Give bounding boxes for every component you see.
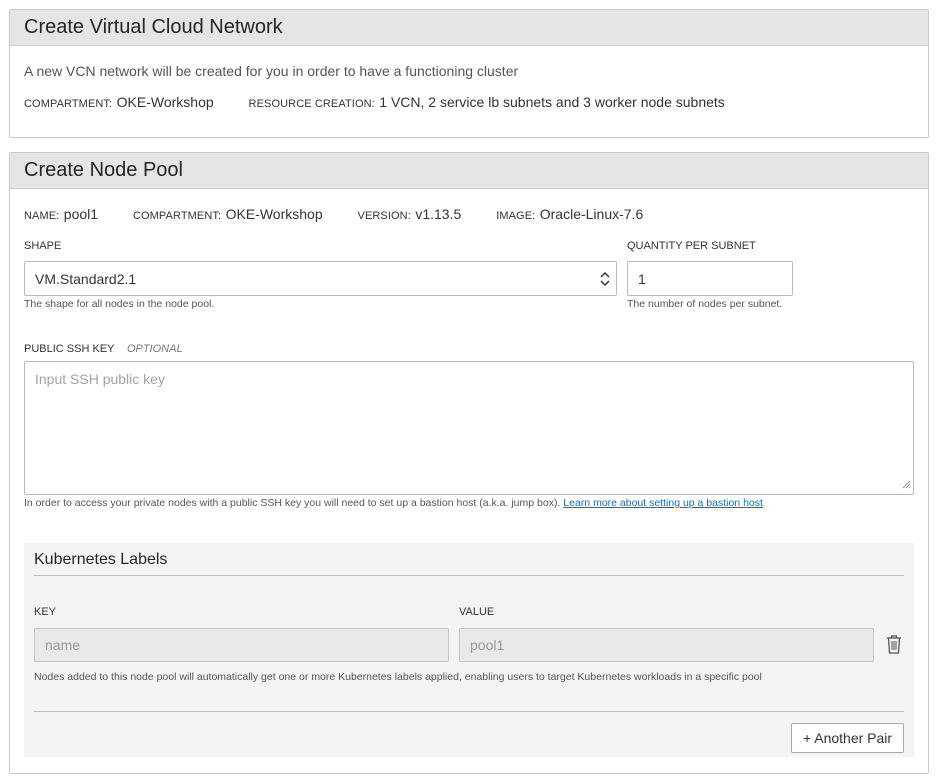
kubernetes-labels-title: Kubernetes Labels bbox=[34, 551, 168, 568]
vcn-compartment-value: OKE-Workshop bbox=[116, 94, 214, 110]
vcn-description: A new VCN network will be created for yo… bbox=[24, 63, 519, 79]
node-pool-panel: Create Node Pool NAME: pool1 COMPARTMENT… bbox=[9, 152, 929, 774]
quantity-input[interactable]: 1 bbox=[627, 261, 793, 296]
vcn-compartment-label: COMPARTMENT: bbox=[24, 98, 113, 110]
vcn-panel-title: Create Virtual Cloud Network bbox=[10, 10, 928, 46]
bastion-host-link[interactable]: Learn more about setting up a bastion ho… bbox=[563, 497, 763, 509]
shape-help: The shape for all nodes in the node pool… bbox=[24, 298, 215, 310]
shape-select-value: VM.Standard2.1 bbox=[35, 270, 137, 287]
resize-grip-icon[interactable] bbox=[902, 476, 911, 492]
pool-compartment-value: OKE-Workshop bbox=[225, 206, 323, 222]
pool-name-label: NAME: bbox=[24, 210, 60, 222]
quantity-help: The number of nodes per subnet. bbox=[627, 298, 783, 310]
label-value-heading: VALUE bbox=[459, 606, 495, 618]
pool-image-value: Oracle-Linux-7.6 bbox=[539, 206, 644, 222]
pool-version-value: v1.13.5 bbox=[415, 206, 462, 222]
pool-compartment-label: COMPARTMENT: bbox=[132, 210, 222, 222]
ssh-key-help: In order to access your private nodes wi… bbox=[24, 497, 763, 509]
shape-label: SHAPE bbox=[24, 240, 62, 252]
labels-help: Nodes added to this node pool will autom… bbox=[34, 671, 762, 683]
shape-select[interactable]: VM.Standard2.1 bbox=[24, 261, 617, 296]
ssh-key-textarea[interactable]: Input SSH public key bbox=[24, 361, 914, 495]
label-key-input[interactable]: name bbox=[34, 628, 449, 662]
vcn-panel: Create Virtual Cloud Network A new VCN n… bbox=[9, 9, 929, 138]
label-value-input-value: pool1 bbox=[470, 637, 505, 653]
add-another-pair-button[interactable]: + Another Pair bbox=[791, 723, 904, 753]
select-arrows-icon bbox=[600, 270, 610, 291]
node-pool-panel-title: Create Node Pool bbox=[10, 153, 928, 189]
vcn-resource-label: RESOURCE CREATION: bbox=[248, 98, 375, 110]
ssh-key-placeholder: Input SSH public key bbox=[35, 371, 165, 387]
pool-image-label: IMAGE: bbox=[496, 210, 536, 222]
quantity-label: QUANTITY PER SUBNET bbox=[627, 240, 756, 252]
label-value-input[interactable]: pool1 bbox=[459, 628, 874, 662]
vcn-meta: COMPARTMENT: OKE-Workshop RESOURCE CREAT… bbox=[24, 94, 725, 112]
ssh-key-help-text: In order to access your private nodes wi… bbox=[24, 497, 561, 509]
labels-title-divider bbox=[34, 575, 904, 576]
ssh-key-optional: OPTIONAL bbox=[126, 343, 183, 355]
vcn-resource-value: 1 VCN, 2 service lb subnets and 3 worker… bbox=[379, 94, 725, 110]
label-key-heading: KEY bbox=[34, 606, 57, 618]
quantity-input-value: 1 bbox=[638, 270, 646, 287]
pool-version-label: VERSION: bbox=[357, 210, 411, 222]
labels-bottom-divider bbox=[34, 711, 904, 712]
kubernetes-labels-section: Kubernetes Labels KEY VALUE name pool1 N… bbox=[24, 543, 914, 757]
trash-icon[interactable] bbox=[886, 634, 902, 659]
ssh-key-label-row: PUBLIC SSH KEY OPTIONAL bbox=[24, 339, 183, 357]
pool-name-value: pool1 bbox=[63, 206, 99, 222]
label-key-input-value: name bbox=[45, 637, 81, 653]
node-pool-meta: NAME: pool1 COMPARTMENT: OKE-Workshop VE… bbox=[24, 206, 643, 224]
ssh-key-label: PUBLIC SSH KEY bbox=[24, 343, 115, 355]
